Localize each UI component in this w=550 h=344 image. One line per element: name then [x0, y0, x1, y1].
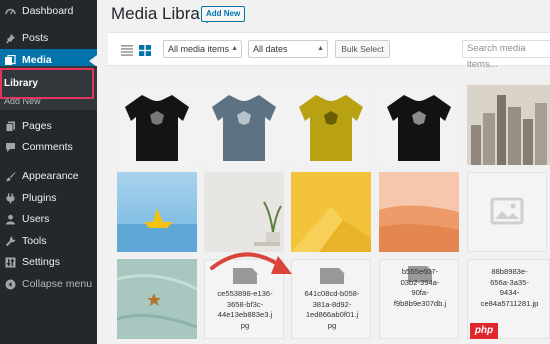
media-item-city-skyline[interactable]	[467, 85, 550, 165]
media-item-tshirt-mustard[interactable]	[291, 85, 371, 165]
media-item-file-3[interactable]: b555e607- 03b2-394a- 90fa-f9b8b9e307db.j	[379, 259, 459, 339]
sidebar-item-label: Plugins	[22, 192, 57, 204]
sidebar-item-comments[interactable]: Comments	[0, 136, 97, 158]
library-highlight-box	[0, 68, 94, 99]
media-type-filter-value: All media items	[168, 44, 230, 54]
sidebar-item-plugins[interactable]: Plugins	[0, 187, 97, 209]
grid-view-icon[interactable]	[139, 43, 151, 56]
chevron-updown-icon: ▲	[231, 45, 238, 52]
comments-icon	[4, 141, 16, 153]
date-filter[interactable]: All dates ▲	[248, 40, 328, 58]
sidebar-item-label: Pages	[22, 120, 52, 132]
document-icon	[320, 268, 345, 284]
wrench-icon	[4, 235, 16, 247]
sidebar-item-label: Appearance	[22, 170, 79, 182]
media-item-placeholder[interactable]	[467, 172, 547, 252]
sidebar-item-tools[interactable]: Tools	[0, 230, 97, 252]
settings-icon	[4, 256, 16, 268]
annotation-arrow	[210, 252, 292, 274]
sidebar-item-label: Dashboard	[22, 5, 74, 17]
page-title: Media Library	[111, 4, 214, 23]
dashboard-icon	[4, 5, 16, 17]
media-item-paper-boat[interactable]	[117, 172, 197, 252]
search-input[interactable]: Search media items...	[462, 40, 550, 70]
chevron-updown-icon: ▲	[317, 45, 324, 52]
media-item-filename: 88b8983e- 656a-3a35- 9434- ce84a5711281.jp	[480, 267, 539, 308]
media-item-tshirt-slate[interactable]	[204, 85, 284, 165]
media-item-tshirt-black-2[interactable]	[379, 85, 459, 165]
bulk-select-button[interactable]: Bulk Select	[335, 40, 390, 58]
sidebar-item-label: Tools	[22, 235, 47, 247]
media-item-filename: b555e607- 03b2-394a- 90fa-f9b8b9e307db.j	[393, 267, 447, 308]
sidebar-item-settings[interactable]: Settings	[0, 251, 97, 273]
sidebar-item-pages[interactable]: Pages	[0, 115, 97, 137]
list-view-icon[interactable]	[121, 43, 133, 56]
pages-icon	[4, 120, 16, 132]
sidebar-item-label: Posts	[22, 32, 49, 44]
add-new-button[interactable]: Add New	[201, 6, 246, 22]
date-filter-value: All dates	[253, 44, 288, 54]
sidebar-item-appearance[interactable]: Appearance	[0, 165, 97, 187]
sidebar-item-users[interactable]: Users	[0, 208, 97, 230]
media-item-starfish-texture[interactable]	[117, 259, 197, 339]
collapse-menu-button[interactable]: Collapse menu	[0, 273, 97, 295]
pin-icon	[4, 32, 16, 44]
sidebar-item-posts[interactable]: Posts	[0, 27, 97, 49]
php-watermark: php	[470, 323, 498, 339]
user-icon	[4, 213, 16, 225]
sidebar-item-label: Comments	[22, 141, 73, 153]
media-item-tshirt-black[interactable]	[117, 85, 197, 165]
plug-icon	[4, 192, 16, 204]
sidebar-item-label: Media	[22, 54, 52, 66]
sidebar-item-label: Collapse menu	[22, 278, 93, 290]
collapse-icon	[4, 278, 16, 290]
admin-sidebar: Dashboard Posts Media Add New Library Pa…	[0, 0, 97, 344]
brush-icon	[4, 170, 16, 182]
sidebar-item-dashboard[interactable]: Dashboard	[0, 0, 97, 22]
media-type-filter[interactable]: All media items ▲	[163, 40, 242, 58]
media-icon	[4, 54, 16, 66]
media-item-desert-dunes[interactable]	[379, 172, 459, 252]
sidebar-item-label: Settings	[22, 256, 60, 268]
sidebar-item-label: Users	[22, 213, 50, 225]
